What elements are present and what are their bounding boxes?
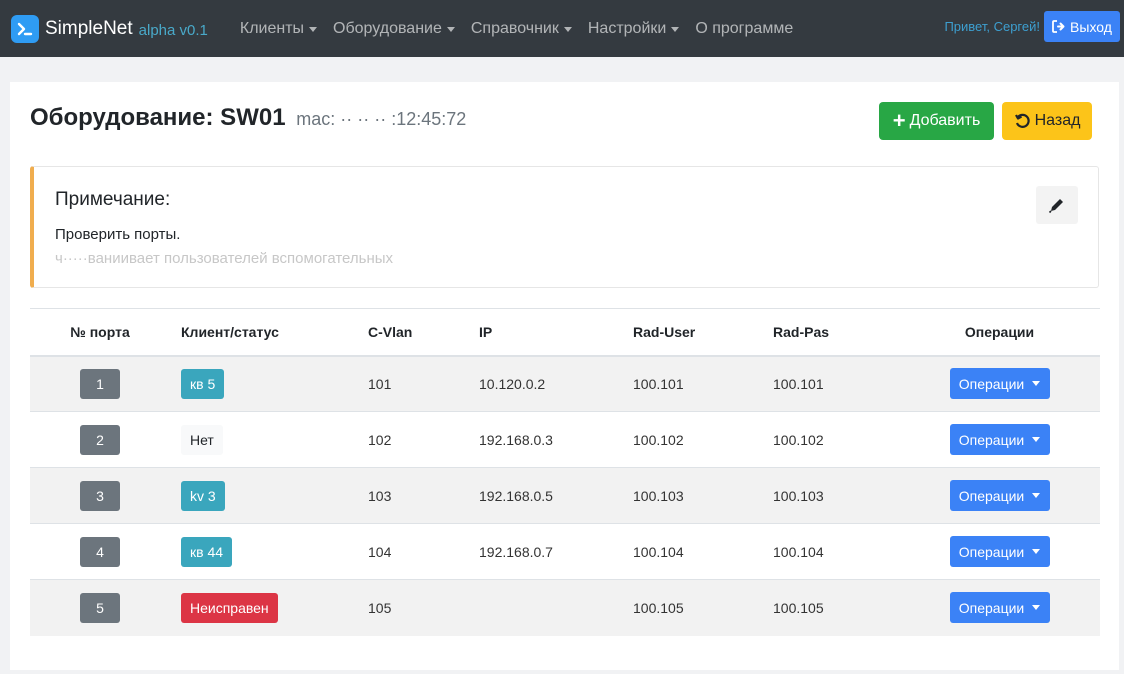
port-number: 2 bbox=[80, 424, 120, 455]
table-row: 2 Нет 102 192.168.0.3 100.102 100.102 Оп… bbox=[30, 411, 1100, 468]
port-number: 5 bbox=[80, 592, 120, 623]
nav-item-reference[interactable]: Справочник bbox=[463, 0, 580, 57]
logout-button[interactable]: Выход bbox=[1044, 11, 1120, 42]
client-badge: Нет bbox=[181, 424, 223, 455]
table-row: 3 kv 3 103 192.168.0.5 100.103 100.103 О… bbox=[30, 467, 1100, 524]
edit-note-button[interactable] bbox=[1036, 186, 1078, 224]
cvlan-cell: 102 bbox=[368, 411, 479, 468]
rad-user-cell: 100.104 bbox=[633, 523, 773, 580]
col-header-rad-user: Rad-User bbox=[633, 308, 773, 357]
col-header-cvlan: C-Vlan bbox=[368, 308, 479, 357]
nav-item-equipment[interactable]: Оборудование bbox=[325, 0, 463, 57]
undo-icon bbox=[1014, 113, 1030, 128]
table-header-row: № порта Клиент/статус C-Vlan IP Rad-User… bbox=[30, 308, 1100, 357]
equipment-card: Оборудование: SW01 mac: ·· ·· ·· :12:45:… bbox=[10, 82, 1119, 670]
caret-down-icon bbox=[1032, 381, 1041, 387]
operations-dropdown-button[interactable]: Операции bbox=[949, 480, 1050, 511]
caret-down-icon bbox=[446, 26, 455, 32]
table-row: 5 Неисправен 105 100.105 100.105 Операци… bbox=[30, 579, 1100, 636]
client-badge[interactable]: кв 44 bbox=[181, 536, 233, 567]
pencil-icon bbox=[1048, 199, 1063, 214]
cvlan-cell: 101 bbox=[368, 355, 479, 412]
caret-down-icon bbox=[1032, 493, 1041, 498]
col-header-operations: Операции bbox=[899, 308, 1100, 357]
rad-user-cell: 100.102 bbox=[633, 411, 773, 468]
caret-down-icon bbox=[671, 26, 680, 32]
port-number: 1 bbox=[80, 368, 120, 399]
operations-dropdown-button[interactable]: Операции bbox=[949, 424, 1050, 455]
col-header-client: Клиент/статус bbox=[170, 308, 368, 357]
plus-icon: + bbox=[892, 108, 906, 133]
operations-dropdown-button[interactable]: Операции bbox=[949, 592, 1050, 624]
col-header-ip: IP bbox=[479, 308, 633, 357]
nav-item-settings[interactable]: Настройки bbox=[580, 0, 687, 57]
rad-pas-cell: 100.102 bbox=[773, 411, 899, 468]
add-button[interactable]: + Добавить bbox=[879, 102, 994, 140]
note-title: Примечание: bbox=[55, 189, 171, 210]
operations-dropdown-button[interactable]: Операции bbox=[949, 536, 1050, 567]
note-panel: Примечание: Проверить порты. ч·····вании… bbox=[30, 166, 1099, 288]
page-title: Оборудование: SW01 mac: ·· ·· ·· :12:45:… bbox=[30, 104, 467, 131]
caret-down-icon bbox=[309, 26, 318, 32]
table-row: 1 кв 5 101 10.120.0.2 100.101 100.101 Оп… bbox=[30, 355, 1100, 412]
nav-item-about[interactable]: О программе bbox=[687, 0, 801, 57]
operations-dropdown-button[interactable]: Операции bbox=[949, 368, 1050, 400]
ports-table: № порта Клиент/статус C-Vlan IP Rad-User… bbox=[30, 308, 1100, 636]
note-text: Проверить порты. bbox=[55, 226, 181, 243]
ip-cell: 192.168.0.5 bbox=[479, 467, 633, 524]
terminal-icon bbox=[11, 14, 39, 43]
caret-down-icon bbox=[1032, 437, 1041, 442]
client-badge[interactable]: kv 3 bbox=[181, 480, 225, 511]
port-number: 3 bbox=[80, 480, 120, 511]
caret-down-icon bbox=[1032, 605, 1041, 611]
brand[interactable]: SimpleNet alpha v0.1 bbox=[11, 14, 208, 43]
rad-pas-cell: 100.101 bbox=[773, 355, 899, 412]
mac-address: mac: ·· ·· ·· :12:45:72 bbox=[296, 109, 467, 129]
ip-cell: 192.168.0.7 bbox=[479, 523, 633, 580]
caret-down-icon bbox=[563, 26, 572, 32]
user-greeting: Привет, Сергей! bbox=[944, 19, 1040, 34]
cvlan-cell: 103 bbox=[368, 467, 479, 524]
caret-down-icon bbox=[1032, 549, 1041, 554]
col-header-port: № порта bbox=[30, 308, 170, 357]
back-button[interactable]: Назад bbox=[1002, 102, 1092, 140]
client-badge[interactable]: кв 5 bbox=[181, 368, 225, 399]
rad-user-cell: 100.105 bbox=[633, 579, 773, 636]
rad-pas-cell: 100.103 bbox=[773, 467, 899, 524]
port-number: 4 bbox=[80, 536, 120, 567]
brand-name: SimpleNet bbox=[45, 17, 133, 39]
nav-menu: Клиенты Оборудование Справочник Настройк… bbox=[232, 0, 801, 57]
sign-out-icon bbox=[1052, 20, 1065, 33]
cvlan-cell: 104 bbox=[368, 523, 479, 580]
ip-cell: 192.168.0.3 bbox=[479, 411, 633, 468]
col-header-rad-pas: Rad-Pas bbox=[773, 308, 899, 357]
status-badge: Неисправен bbox=[181, 592, 278, 623]
cvlan-cell: 105 bbox=[368, 579, 479, 636]
rad-user-cell: 100.103 bbox=[633, 467, 773, 524]
rad-pas-cell: 100.104 bbox=[773, 523, 899, 580]
ip-cell bbox=[479, 579, 633, 636]
brand-version: alpha v0.1 bbox=[138, 22, 208, 39]
rad-pas-cell: 100.105 bbox=[773, 579, 899, 636]
note-text-secondary: ч·····ваниивает пользователей вспомогате… bbox=[55, 250, 394, 267]
table-row: 4 кв 44 104 192.168.0.7 100.104 100.104 … bbox=[30, 523, 1100, 580]
nav-item-clients[interactable]: Клиенты bbox=[232, 0, 325, 57]
top-navbar: SimpleNet alpha v0.1 Клиенты Оборудовани… bbox=[0, 0, 1124, 57]
rad-user-cell: 100.101 bbox=[633, 355, 773, 412]
ip-cell: 10.120.0.2 bbox=[479, 355, 633, 412]
